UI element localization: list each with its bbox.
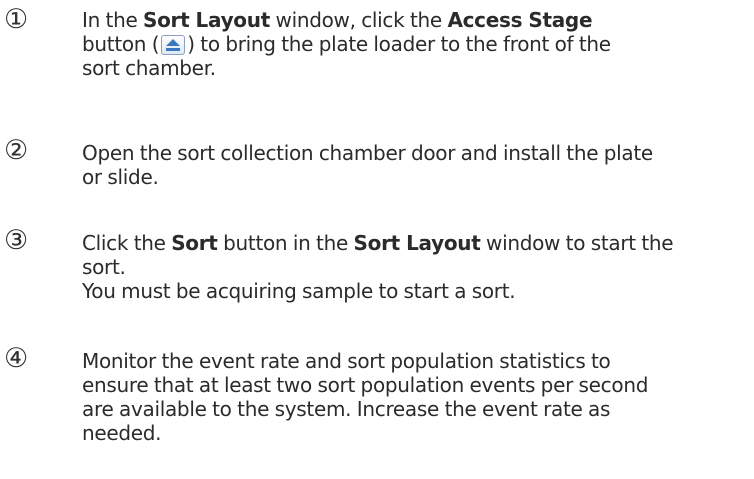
text-run: ) to bring the plate loader to the front… (187, 32, 611, 56)
bold-term: Access Stage (447, 8, 593, 32)
step-text: Open the sort collection chamber door an… (82, 141, 752, 189)
text-run: Click the (82, 231, 172, 255)
step-number: ③ (4, 225, 29, 256)
text-run: button in the (217, 231, 354, 255)
step-line: Monitor the event rate and sort populati… (82, 349, 611, 373)
bold-term: Sort Layout (353, 231, 481, 255)
step-text: Click the Sort button in the Sort Layout… (82, 231, 752, 303)
text-run: button ( (82, 32, 160, 56)
step-text: Monitor the event rate and sort populati… (82, 349, 752, 445)
step-line: button ( ) to bring the plate loader to t… (82, 32, 752, 56)
step-line: sort chamber. (82, 56, 216, 80)
text-run: In the (82, 8, 144, 32)
step-line: ensure that at least two sort population… (82, 373, 649, 397)
step-number: ② (4, 135, 29, 166)
access-stage-button (161, 35, 186, 55)
step-number: ④ (4, 343, 29, 374)
step-line: or slide. (82, 165, 159, 189)
step-line: You must be acquiring sample to start a … (82, 279, 516, 303)
step-text: In the Sort Layout window, click the Acc… (82, 8, 752, 80)
bold-term: Sort Layout (143, 8, 270, 32)
step-line: are available to the system. Increase th… (82, 397, 611, 421)
text-run: window, click the (269, 8, 448, 32)
bold-term: Sort (171, 231, 218, 255)
eject-icon (166, 39, 181, 51)
step-line: Open the sort collection chamber door an… (82, 141, 653, 165)
step-line: sort. (82, 255, 126, 279)
step-line: In the Sort Layout window, click the Acc… (82, 8, 752, 32)
step-number: ① (4, 4, 29, 35)
text-run: window to start the (480, 231, 674, 255)
step-line: needed. (82, 421, 162, 445)
step-line: Click the Sort button in the Sort Layout… (82, 231, 752, 255)
